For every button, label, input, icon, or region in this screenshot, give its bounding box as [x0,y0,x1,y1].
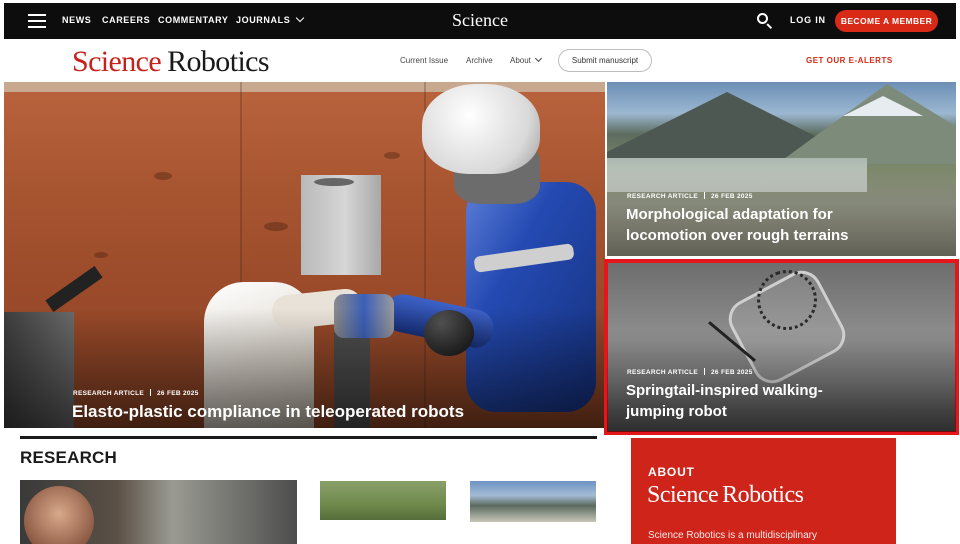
hero-image-grey-box [301,175,381,275]
thumbnail-person [24,486,94,544]
hero-image-box-top [314,178,354,186]
article-date: 26 FEB 2025 [711,369,753,376]
logo-science-text: Science [72,45,162,78]
hero-image-rock [384,152,400,159]
archive-link[interactable]: Archive [466,56,493,65]
about-logo: Science Robotics [647,482,804,509]
side-article-title[interactable]: Springtail-inspired walking-jumping robo… [626,380,823,422]
article-meta: RESEARCH ARTICLE 26 FEB 2025 [73,389,199,397]
login-link[interactable]: LOG IN [790,15,826,25]
logo-robotics-text: Robotics [167,45,269,78]
about-logo-robotics: Robotics [722,482,804,508]
hero-image-rock [154,172,172,180]
research-thumbnail[interactable] [470,481,596,522]
section-divider [20,436,597,439]
science-robotics-logo[interactable]: Science Robotics [72,44,270,80]
current-issue-link[interactable]: Current Issue [400,56,448,65]
about-label: ABOUT [648,465,695,479]
side-article-title[interactable]: Morphological adaptation for locomotion o… [626,204,849,246]
title-line: Morphological adaptation for [626,206,833,223]
research-heading: RESEARCH [20,448,118,467]
article-meta: RESEARCH ARTICLE 26 FEB 2025 [627,368,753,376]
article-date: 26 FEB 2025 [157,390,199,397]
about-description: Science Robotics is a multidisciplinary [648,530,817,541]
image-snow [843,96,923,116]
hero-side-article-top[interactable]: RESEARCH ARTICLE 26 FEB 2025 Morphologica… [607,82,956,256]
title-line: jumping robot [626,403,727,420]
hero-side-article-bottom[interactable]: RESEARCH ARTICLE 26 FEB 2025 Springtail-i… [604,259,959,435]
about-menu-label: About [510,56,531,65]
about-menu[interactable]: About [510,54,542,65]
title-line: Springtail-inspired walking- [626,382,823,399]
e-alerts-link[interactable]: GET OUR E-ALERTS [806,56,893,65]
hero-image-lab-arm [45,266,103,312]
hero-main-article[interactable]: RESEARCH ARTICLE 26 FEB 2025 Elasto-plast… [4,82,605,428]
title-line: locomotion over rough terrains [626,227,849,244]
search-icon[interactable] [756,12,774,30]
become-member-button[interactable]: BECOME A MEMBER [835,10,938,32]
research-thumbnail[interactable] [320,481,446,520]
article-type: RESEARCH ARTICLE [627,369,699,376]
hero-main-title[interactable]: Elasto-plastic compliance in teleoperate… [72,401,464,423]
submit-manuscript-button[interactable]: Submit manuscript [558,49,652,72]
article-type: RESEARCH ARTICLE [73,390,145,397]
about-logo-science: Science [647,482,719,508]
chevron-down-icon [534,54,542,63]
hero-image-rock [94,252,108,258]
hero-image-robot-head [422,84,540,174]
hero-image-rock [264,222,288,231]
research-thumbnail[interactable] [20,480,297,544]
top-navigation-bar: NEWS CAREERS COMMENTARY JOURNALS Science… [4,3,956,39]
article-meta: RESEARCH ARTICLE 26 FEB 2025 [627,192,753,200]
article-date: 26 FEB 2025 [711,193,753,200]
article-type: RESEARCH ARTICLE [627,193,699,200]
about-panel: ABOUT Science Robotics Science Robotics i… [631,438,896,544]
